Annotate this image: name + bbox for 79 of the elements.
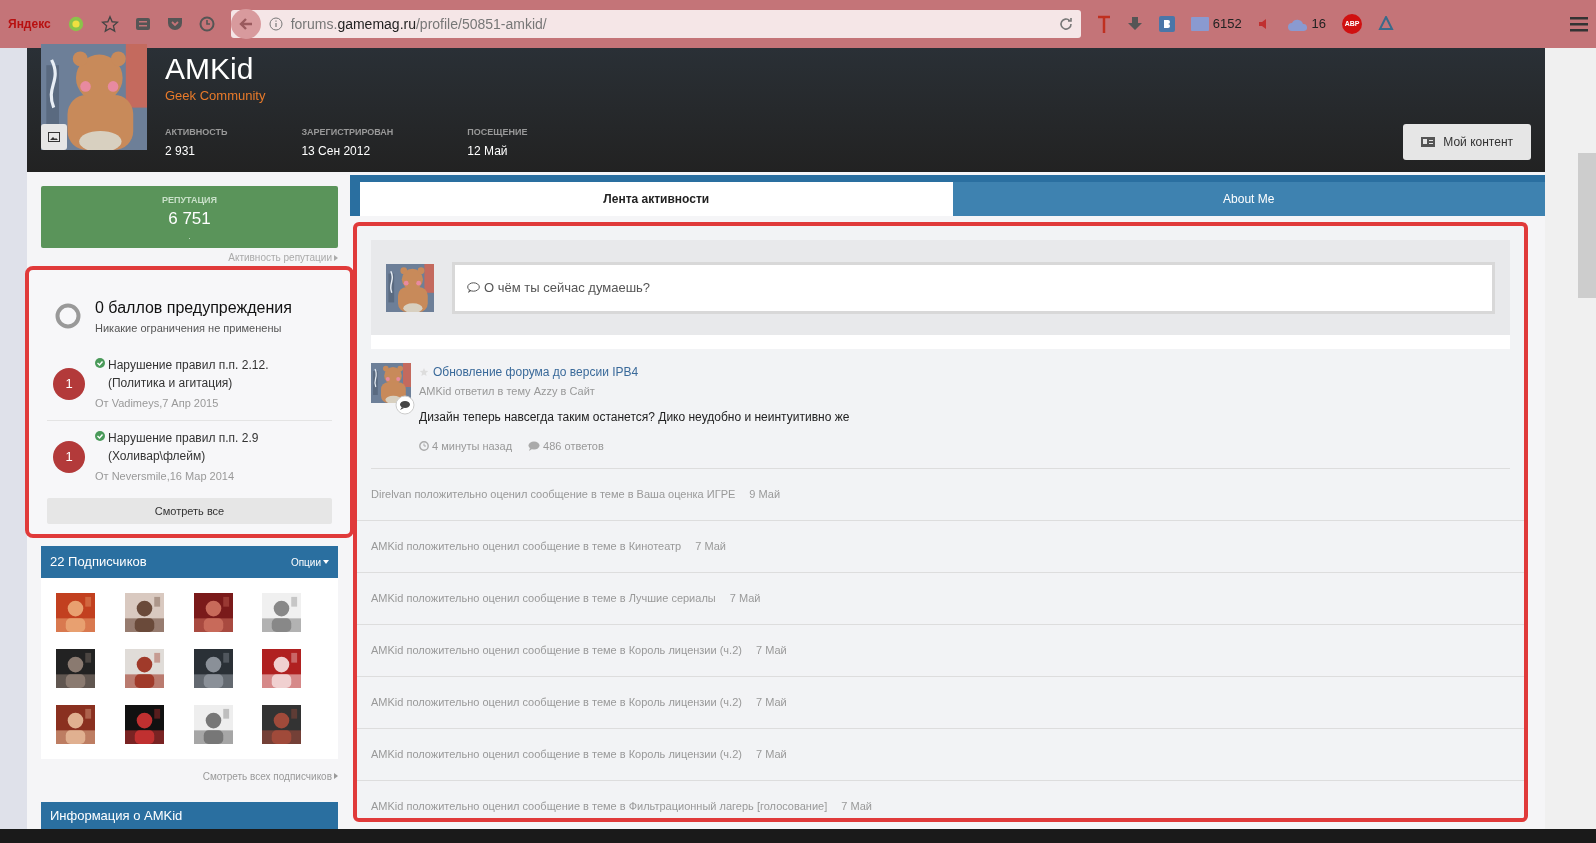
warnings-subtitle: Никакие ограничения не применены xyxy=(95,320,283,336)
id-card-icon xyxy=(1421,137,1436,147)
reload-icon[interactable] xyxy=(1058,17,1073,31)
cloud-count: 16 xyxy=(1311,15,1327,34)
warning-points-badge: 1 xyxy=(53,440,85,473)
member-group: Geek Community xyxy=(165,86,528,106)
reputation-value: 6 751 xyxy=(168,207,211,230)
tab[interactable]: Лента активности xyxy=(360,182,953,216)
stat-label: ЗАРЕГИСТРИРОВАН xyxy=(301,125,394,139)
extension-icon[interactable] xyxy=(1378,16,1395,32)
profile-name: AMKid xyxy=(165,52,255,86)
stat-value: 13 Сен 2012 xyxy=(301,143,372,160)
post-time: 4 минуты назад xyxy=(432,438,513,454)
star-icon[interactable] xyxy=(100,15,119,33)
vk-icon[interactable] xyxy=(1158,16,1175,32)
activity-text: AMKid положительно оценил сообщение в теме в Король лицензии (ч.2) xyxy=(371,643,742,659)
extension-icon[interactable] xyxy=(66,15,85,33)
mail-count: 6152 xyxy=(1212,15,1242,34)
cloud-icon[interactable] xyxy=(1287,17,1308,31)
warning-meta: От Vadimeys,7 Апр 2015 xyxy=(95,396,220,412)
warning-title[interactable]: Нарушение правил п.п. 2.12. (Политика и агитация) xyxy=(108,356,308,393)
activity-date: 7 Май xyxy=(755,695,787,711)
reputation-dot: . xyxy=(188,229,191,243)
star-icon[interactable] xyxy=(419,367,429,377)
warnings-title: 0 баллов предупреждения xyxy=(95,297,292,318)
back-arrow-icon xyxy=(238,17,253,31)
placeholder-text: О чём ты сейчас думаешь? xyxy=(484,278,651,297)
activity-date: 7 Май xyxy=(755,747,787,763)
activity-text: Direlvan положительно оценил сообщение в теме в Ваша оценка ИГРЕ xyxy=(371,487,736,503)
activity-date: 7 Май xyxy=(755,643,787,659)
check-circle-icon xyxy=(95,358,105,369)
activity-text: AMKid положительно оценил сообщение в теме в Кинотеатр xyxy=(371,539,682,555)
options-button[interactable]: Опции xyxy=(290,554,329,570)
empty-ring-icon xyxy=(55,303,81,330)
post-replies: 486 ответов xyxy=(543,438,604,454)
back-button[interactable] xyxy=(230,9,261,39)
activity-date: 7 Май xyxy=(841,799,872,815)
url-text: forums.gamemag.ru/profile/50851-amkid/ xyxy=(290,14,548,34)
activity-date: 9 Май xyxy=(749,487,781,503)
view-all-button[interactable]: Смотреть все xyxy=(47,498,332,525)
activity-date: 7 Май xyxy=(729,591,761,607)
reputation-label: РЕПУТАЦИЯ xyxy=(162,194,217,207)
menu-icon[interactable] xyxy=(1570,16,1588,32)
caret-icon xyxy=(334,773,338,780)
stat-value: 2 931 xyxy=(165,143,197,160)
warning-points-badge: 1 xyxy=(53,368,85,401)
stat-label: ПОСЕЩЕНИЕ xyxy=(467,125,528,139)
tab[interactable]: About Me xyxy=(952,182,1545,216)
followers-title: 22 Подписчиков xyxy=(50,553,147,572)
activity-text: AMKid положительно оценил сообщение в теме в Король лицензии (ч.2) xyxy=(371,695,742,711)
pocket-icon[interactable] xyxy=(166,16,183,32)
check-circle-icon xyxy=(95,430,105,441)
clock-icon xyxy=(419,440,429,451)
comment-icon xyxy=(395,395,415,415)
activity-text: AMKid положительно оценил сообщение в теме в Лучшие сериалы xyxy=(371,591,716,607)
activity-text: AMKid положительно оценил сообщение в теме в Фильтрационный лагерь [голосование] xyxy=(371,799,828,815)
clock-icon[interactable] xyxy=(198,16,215,32)
change-photo-button[interactable] xyxy=(41,124,67,150)
post-meta: AMKid ответил в тему Azzy в Сайт xyxy=(419,384,596,399)
translate-icon[interactable] xyxy=(1096,14,1111,34)
status-input-field[interactable]: О чём ты сейчас думаешь? xyxy=(452,261,1495,314)
address-bar[interactable]: forums.gamemag.ru/profile/50851-amkid/ xyxy=(230,10,1081,38)
speech-bubble-icon xyxy=(467,282,480,293)
post-title-link[interactable]: Обновление форума до версии IPB4 xyxy=(433,363,639,381)
info-title: Информация о AMKid xyxy=(50,806,183,825)
speech-bubble-icon xyxy=(528,440,541,451)
my-content-button[interactable]: Мой контент xyxy=(1403,124,1531,160)
warning-title[interactable]: Нарушение правил п.п. 2.9 (Холивар\флейм) xyxy=(108,428,308,465)
post-text: Дизайн теперь навсегда таким останется? Дико неудобно и неинтуитивно же xyxy=(419,408,850,426)
info-icon[interactable] xyxy=(268,17,283,31)
reading-list-icon[interactable] xyxy=(134,16,151,32)
image-icon xyxy=(48,132,60,142)
warning-meta: От Neversmile,16 Мар 2014 xyxy=(95,468,236,484)
download-icon[interactable] xyxy=(1126,16,1143,32)
activity-date: 7 Май xyxy=(695,539,726,555)
stat-value: 12 Май xyxy=(467,143,509,160)
stat-label: АКТИВНОСТЬ xyxy=(165,125,228,139)
activity-text: AMKid положительно оценил сообщение в теме в Король лицензии (ч.2) xyxy=(371,747,742,763)
caret-icon xyxy=(334,254,338,261)
